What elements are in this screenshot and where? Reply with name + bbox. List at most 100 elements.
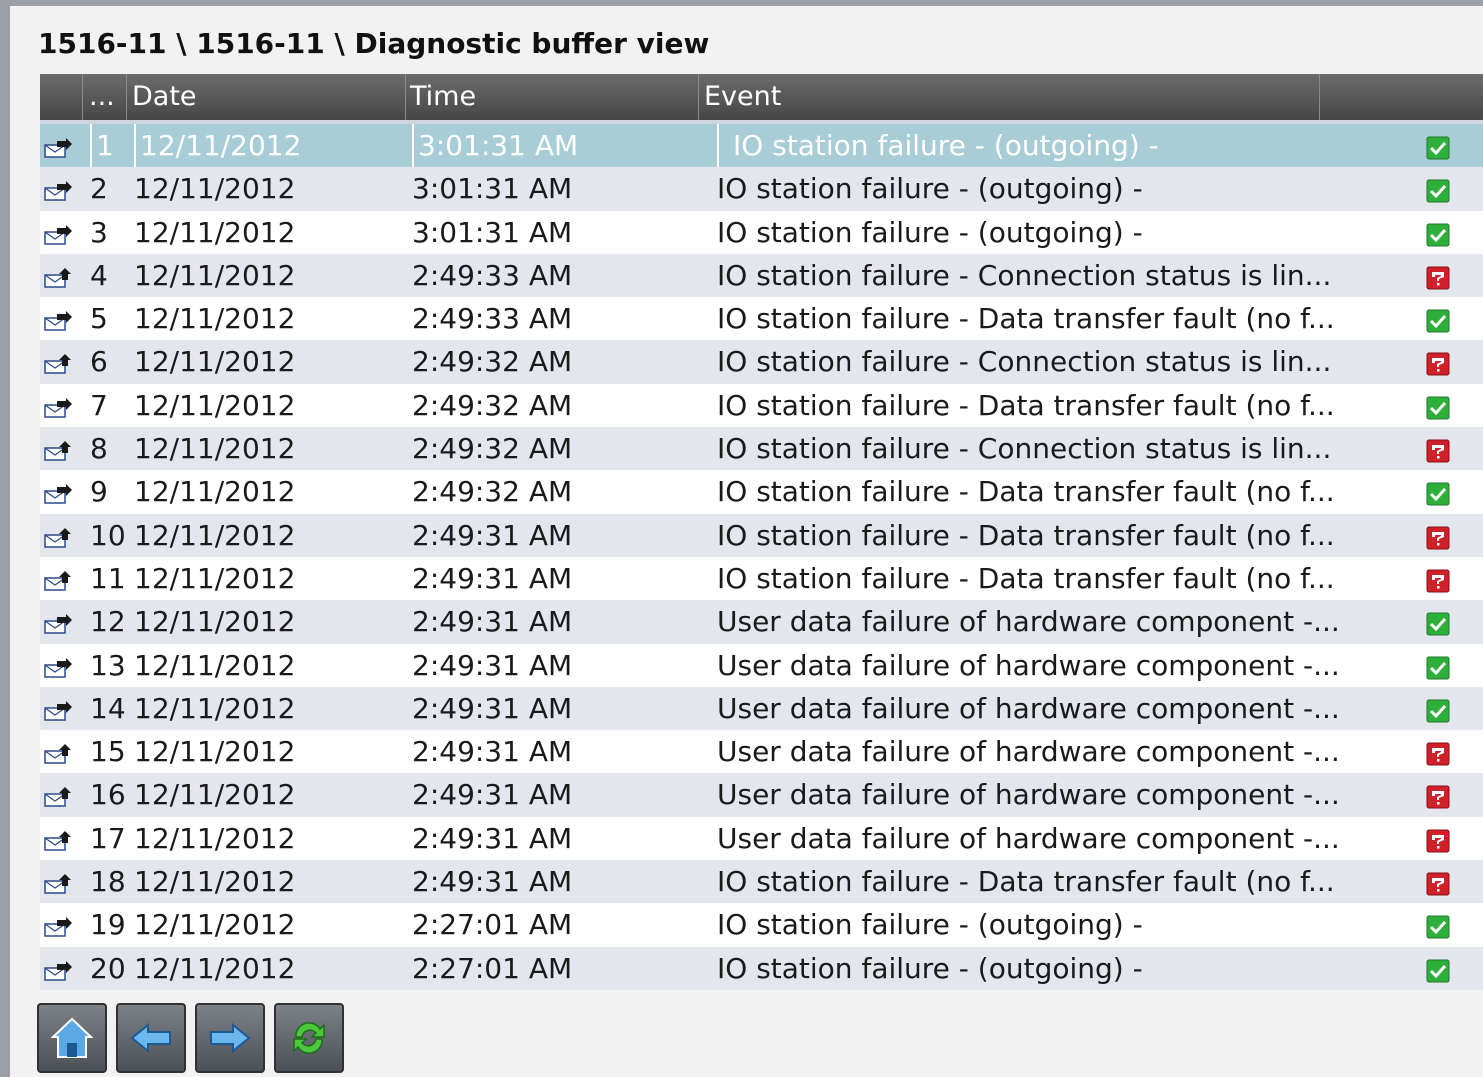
diagnostic-buffer-table: ... Date Time Event 1 12/11/2012 3:01:31 A…	[40, 74, 1483, 990]
column-header-date[interactable]: Date	[128, 74, 406, 120]
row-direction-cell	[44, 600, 80, 643]
incoming-event-icon	[44, 863, 72, 894]
table-body: 1 12/11/2012 3:01:31 AM IO station failure …	[40, 124, 1483, 990]
table-row[interactable]: 17 12/11/2012 2:49:31 AM User data failure …	[40, 816, 1483, 861]
back-button[interactable]	[116, 1003, 186, 1073]
row-date: 12/11/2012	[134, 258, 296, 292]
status-error-icon	[1426, 822, 1450, 853]
row-status-cell	[1426, 514, 1456, 557]
table-row[interactable]: 18 12/11/2012 2:49:31 AM IO station failure…	[40, 860, 1483, 904]
home-button[interactable]	[37, 1003, 107, 1073]
row-number: 13	[90, 648, 126, 682]
row-time: 2:49:32 AM	[412, 475, 573, 509]
row-number: 5	[90, 302, 108, 336]
row-event: User data failure of hardware component …	[717, 735, 1340, 769]
row-time: 3:01:31 AM	[412, 215, 573, 249]
row-time: 2:49:32 AM	[412, 388, 573, 422]
row-direction-cell	[44, 730, 80, 773]
column-header-time[interactable]: Time	[407, 74, 699, 120]
status-ok-icon	[1426, 216, 1450, 247]
row-status-cell	[1426, 167, 1456, 210]
row-date: 12/11/2012	[134, 778, 296, 812]
row-event: User data failure of hardware component …	[717, 821, 1340, 855]
column-header-event[interactable]: Event	[700, 74, 1320, 120]
row-status-cell	[1426, 384, 1456, 427]
outgoing-event-icon	[44, 214, 72, 245]
table-row[interactable]: 4 12/11/2012 2:49:33 AM IO station failure …	[40, 253, 1483, 298]
row-number: 3	[90, 215, 108, 249]
table-row[interactable]: 9 12/11/2012 2:49:32 AM IO station failure …	[40, 470, 1483, 514]
row-status-cell	[1426, 211, 1456, 254]
row-date: 12/11/2012	[134, 388, 296, 422]
incoming-event-icon	[44, 517, 72, 548]
row-status-cell	[1426, 600, 1456, 643]
outgoing-event-icon	[44, 950, 72, 981]
row-direction-cell	[44, 254, 80, 297]
row-status-cell	[1426, 557, 1456, 600]
outgoing-event-icon	[44, 603, 72, 635]
refresh-button[interactable]	[274, 1003, 344, 1073]
row-date: 12/11/2012	[134, 215, 296, 249]
outgoing-event-icon	[44, 170, 72, 202]
row-event: IO station failure - Data transfer fault…	[717, 865, 1335, 899]
status-error-icon	[1426, 735, 1450, 766]
home-icon	[50, 1017, 94, 1058]
row-event: IO station failure - Connection status i…	[717, 345, 1332, 379]
row-status-cell	[1426, 427, 1456, 470]
table-row[interactable]: 15 12/11/2012 2:49:31 AM User data failure …	[40, 730, 1483, 774]
outgoing-event-icon	[44, 473, 72, 505]
table-row[interactable]: 16 12/11/2012 2:49:31 AM User data failure …	[40, 773, 1483, 817]
table-row[interactable]: 11 12/11/2012 2:49:31 AM IO station failure…	[40, 556, 1483, 601]
row-direction-cell	[44, 817, 80, 860]
row-direction-cell	[44, 211, 80, 254]
column-header-status[interactable]	[1321, 74, 1483, 120]
row-time: 2:49:33 AM	[412, 302, 573, 336]
incoming-event-icon	[44, 430, 72, 461]
table-row[interactable]: 20 12/11/2012 2:27:01 AM IO station failure…	[40, 946, 1483, 990]
arrow-left-icon	[130, 1022, 171, 1054]
row-event: IO station failure - (outgoing) -	[717, 124, 1353, 167]
row-number: 6	[90, 345, 108, 379]
row-time: 2:49:31 AM	[412, 691, 573, 725]
row-direction-cell	[44, 557, 80, 600]
status-error-icon	[1426, 345, 1450, 376]
row-event: User data failure of hardware component …	[717, 648, 1340, 682]
table-row[interactable]: 14 12/11/2012 2:49:31 AM User data failure …	[40, 686, 1483, 731]
outgoing-event-icon	[44, 647, 72, 678]
row-event: User data failure of hardware component …	[717, 778, 1340, 812]
column-header-icon[interactable]	[40, 74, 83, 120]
row-number: 20	[90, 951, 126, 985]
row-event: IO station failure - (outgoing) -	[717, 215, 1143, 249]
row-time: 2:27:01 AM	[412, 908, 573, 942]
table-row[interactable]: 13 12/11/2012 2:49:31 AM User data failure …	[40, 643, 1483, 687]
row-status-cell	[1426, 124, 1456, 167]
forward-button[interactable]	[195, 1003, 265, 1073]
table-row[interactable]: 19 12/11/2012 2:27:01 AM IO station failure…	[40, 903, 1483, 947]
refresh-icon	[293, 1022, 325, 1054]
table-row[interactable]: 6 12/11/2012 2:49:32 AM IO station failure …	[40, 340, 1483, 384]
row-status-cell	[1426, 470, 1456, 513]
outgoing-event-icon	[44, 387, 72, 418]
table-row[interactable]: 12 12/11/2012 2:49:31 AM User data failure …	[40, 600, 1483, 644]
status-ok-icon	[1426, 605, 1450, 636]
row-event: IO station failure - Data transfer fault…	[717, 388, 1335, 422]
row-date: 12/11/2012	[134, 648, 296, 682]
table-row[interactable]: 1 12/11/2012 3:01:31 AM IO station failure …	[40, 124, 1483, 168]
row-time: 2:49:31 AM	[412, 561, 573, 595]
row-status-cell	[1426, 297, 1456, 340]
table-row[interactable]: 3 12/11/2012 3:01:31 AM IO station failure …	[40, 210, 1483, 254]
row-date: 12/11/2012	[134, 432, 296, 466]
row-status-cell	[1426, 687, 1456, 730]
row-direction-cell	[44, 297, 80, 340]
row-date: 12/11/2012	[134, 302, 296, 336]
table-row[interactable]: 8 12/11/2012 2:49:32 AM IO station failure …	[40, 427, 1483, 471]
table-row[interactable]: 2 12/11/2012 3:01:31 AM IO station failure …	[40, 167, 1483, 211]
table-row[interactable]: 5 12/11/2012 2:49:33 AM IO station failure …	[40, 297, 1483, 341]
table-row[interactable]: 7 12/11/2012 2:49:32 AM IO station failure …	[40, 383, 1483, 428]
table-row[interactable]: 10 12/11/2012 2:49:31 AM IO station failure…	[40, 513, 1483, 557]
column-header-number[interactable]: ...	[83, 74, 127, 120]
row-event: IO station failure - Data transfer fault…	[717, 302, 1335, 336]
row-date: 12/11/2012	[134, 865, 296, 899]
status-error-icon	[1426, 562, 1450, 593]
status-error-icon	[1426, 259, 1450, 290]
